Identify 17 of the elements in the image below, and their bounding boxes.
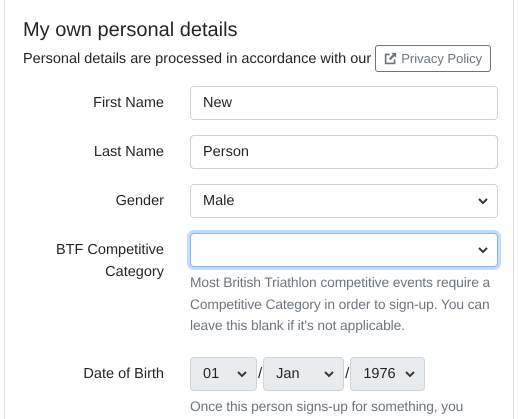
text-field[interactable]: New (190, 86, 498, 120)
field-label: BTF Competitive Category (55, 241, 164, 282)
field-label: Last Name (92, 143, 164, 162)
privacy-notice: Personal details are processed in accordance with our (23, 50, 372, 66)
help-text: Most British Triathlon competitive events require a Competitive Category in order to sign-up. You can leave this blank if it's not applicable. (190, 274, 492, 335)
privacy-policy-button[interactable]: Privacy Policy (375, 45, 492, 72)
external-link-icon (384, 52, 398, 65)
field-label: Date of Birth (82, 364, 164, 384)
date-separator: / (345, 365, 350, 382)
field-label: First Name (92, 94, 164, 113)
field-label: Gender (114, 192, 164, 211)
select-field[interactable]: Male (190, 184, 498, 218)
date-separator: / (258, 365, 262, 382)
text-field[interactable]: Person (190, 135, 498, 169)
help-text: Once this person signs-up for something, you (190, 398, 464, 416)
section-heading: My own personal details (23, 18, 239, 43)
select-field[interactable] (190, 233, 498, 267)
